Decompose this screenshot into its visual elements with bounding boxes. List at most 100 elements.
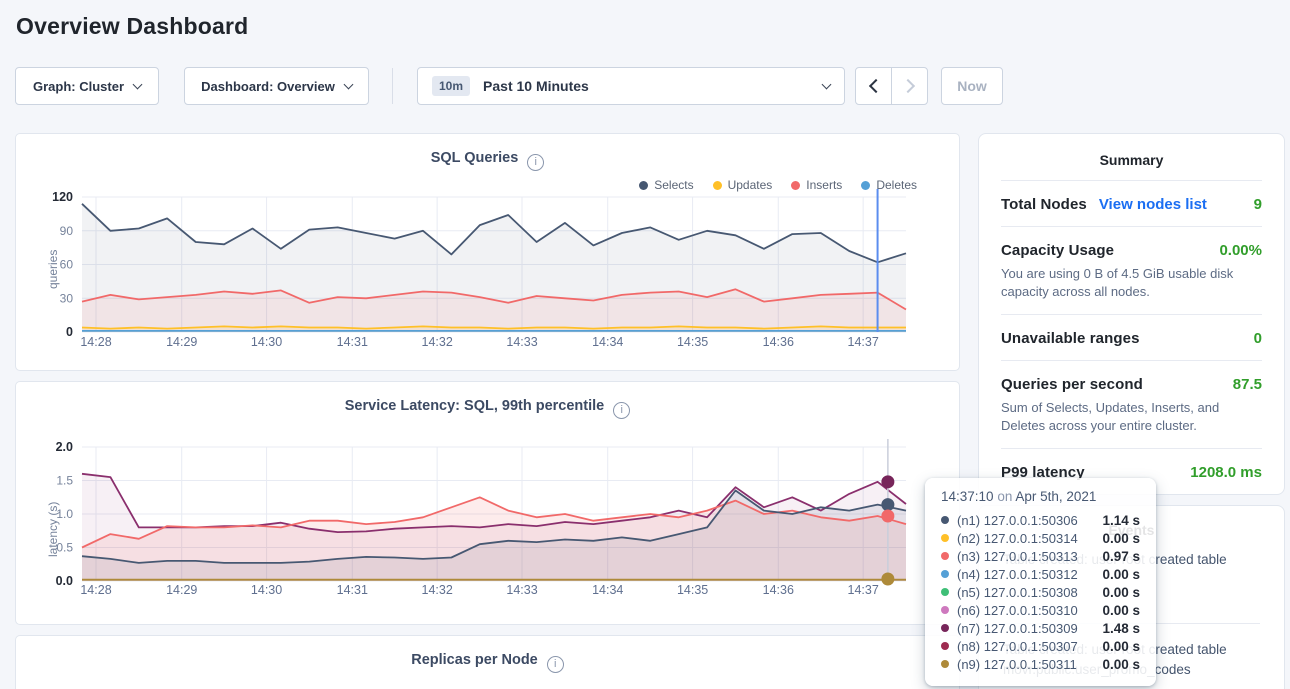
graph-dropdown-label: Graph: Cluster bbox=[33, 79, 124, 94]
sql-queries-panel: SQL Queriesi Selects Updates Inserts Del… bbox=[15, 133, 960, 371]
stat-value: 1208.0 ms bbox=[1190, 464, 1262, 481]
stat-total-nodes: Total Nodes View nodes list 9 bbox=[1001, 180, 1262, 226]
stat-label: Total Nodes bbox=[1001, 196, 1087, 213]
chevron-down-icon bbox=[133, 79, 143, 89]
stat-capacity-usage: Capacity Usage 0.00% You are using 0 B o… bbox=[1001, 226, 1262, 314]
sql-queries-title: SQL Queriesi bbox=[16, 150, 959, 171]
stat-value: 0 bbox=[1254, 330, 1262, 347]
time-range-dropdown[interactable]: 10m Past 10 Minutes bbox=[417, 67, 845, 105]
svg-text:14:31: 14:31 bbox=[337, 583, 368, 597]
chevron-left-icon bbox=[868, 79, 882, 93]
svg-text:0.5: 0.5 bbox=[56, 541, 73, 555]
svg-text:14:35: 14:35 bbox=[677, 335, 708, 349]
svg-text:0: 0 bbox=[66, 325, 73, 339]
info-icon[interactable]: i bbox=[527, 154, 544, 171]
node-dot-icon bbox=[941, 606, 949, 614]
tooltip-row: (n6) 127.0.0.1:503100.00 s bbox=[941, 601, 1140, 619]
svg-text:14:30: 14:30 bbox=[251, 583, 282, 597]
tooltip-row: (n1) 127.0.0.1:503061.14 s bbox=[941, 511, 1140, 529]
svg-text:14:29: 14:29 bbox=[166, 335, 197, 349]
time-range-badge: 10m bbox=[432, 76, 470, 96]
tooltip-row: (n8) 127.0.0.1:503070.00 s bbox=[941, 637, 1140, 655]
summary-card: Summary Total Nodes View nodes list 9 Ca… bbox=[978, 133, 1285, 495]
svg-text:14:32: 14:32 bbox=[422, 583, 453, 597]
time-range-label: Past 10 Minutes bbox=[483, 78, 589, 94]
svg-text:1.5: 1.5 bbox=[56, 474, 73, 488]
stat-description: You are using 0 B of 4.5 GiB usable disk… bbox=[1001, 265, 1262, 301]
chevron-right-icon bbox=[900, 79, 914, 93]
sql-queries-chart[interactable]: 14:28 14:29 14:30 14:31 14:32 14:33 14:34 14:35… bbox=[16, 188, 959, 360]
node-dot-icon bbox=[941, 552, 949, 560]
stat-value: 87.5 bbox=[1233, 376, 1262, 393]
stat-label: Queries per second bbox=[1001, 376, 1143, 393]
svg-text:120: 120 bbox=[52, 190, 73, 204]
svg-text:14:33: 14:33 bbox=[506, 335, 537, 349]
svg-text:14:34: 14:34 bbox=[592, 335, 623, 349]
replicas-per-node-title: Replicas per Nodei bbox=[16, 652, 959, 673]
controls-divider bbox=[392, 68, 393, 104]
svg-text:14:33: 14:33 bbox=[506, 583, 537, 597]
service-latency-panel: Service Latency: SQL, 99th percentilei l… bbox=[15, 381, 960, 625]
stat-value: 0.00% bbox=[1219, 242, 1262, 259]
node-dot-icon bbox=[941, 534, 949, 542]
svg-text:14:37: 14:37 bbox=[848, 335, 879, 349]
tooltip-row: (n9) 127.0.0.1:503110.00 s bbox=[941, 655, 1140, 673]
tooltip-timestamp: 14:37:10 on Apr 5th, 2021 bbox=[941, 489, 1140, 504]
svg-text:14:32: 14:32 bbox=[422, 335, 453, 349]
svg-text:2.0: 2.0 bbox=[56, 440, 73, 454]
svg-text:14:36: 14:36 bbox=[763, 583, 794, 597]
svg-text:14:31: 14:31 bbox=[337, 335, 368, 349]
svg-text:14:37: 14:37 bbox=[848, 583, 879, 597]
stat-unavailable-ranges: Unavailable ranges 0 bbox=[1001, 314, 1262, 360]
svg-text:14:28: 14:28 bbox=[80, 583, 111, 597]
tooltip-row: (n4) 127.0.0.1:503120.00 s bbox=[941, 565, 1140, 583]
view-nodes-list-link[interactable]: View nodes list bbox=[1099, 196, 1207, 213]
dashboard-dropdown-label: Dashboard: Overview bbox=[201, 79, 335, 94]
svg-text:14:35: 14:35 bbox=[677, 583, 708, 597]
node-dot-icon bbox=[941, 516, 949, 524]
svg-text:1.0: 1.0 bbox=[56, 507, 73, 521]
overview-dashboard-page: Overview Dashboard Graph: Cluster Dashbo… bbox=[0, 0, 1290, 689]
stat-queries-per-second: Queries per second 87.5 Sum of Selects, … bbox=[1001, 360, 1262, 448]
svg-text:14:28: 14:28 bbox=[80, 335, 111, 349]
stat-label: Unavailable ranges bbox=[1001, 330, 1140, 347]
now-button[interactable]: Now bbox=[941, 67, 1003, 105]
node-dot-icon bbox=[941, 624, 949, 632]
svg-text:0.0: 0.0 bbox=[56, 574, 73, 588]
info-icon[interactable]: i bbox=[613, 402, 630, 419]
node-dot-icon bbox=[941, 660, 949, 668]
summary-title: Summary bbox=[1001, 152, 1262, 168]
svg-text:14:29: 14:29 bbox=[166, 583, 197, 597]
node-dot-icon bbox=[941, 588, 949, 596]
svg-text:14:34: 14:34 bbox=[592, 583, 623, 597]
next-range-button[interactable] bbox=[891, 67, 928, 105]
replicas-per-node-panel: Replicas per Nodei bbox=[15, 635, 960, 689]
tooltip-row: (n2) 127.0.0.1:503140.00 s bbox=[941, 529, 1140, 547]
stat-description: Sum of Selects, Updates, Inserts, and De… bbox=[1001, 399, 1262, 435]
svg-text:14:36: 14:36 bbox=[763, 335, 794, 349]
prev-range-button[interactable] bbox=[855, 67, 892, 105]
chevron-down-icon bbox=[343, 79, 353, 89]
node-dot-icon bbox=[941, 642, 949, 650]
time-nav-buttons bbox=[855, 67, 929, 105]
tooltip-row: (n7) 127.0.0.1:503091.48 s bbox=[941, 619, 1140, 637]
chart-hover-tooltip: 14:37:10 on Apr 5th, 2021 (n1) 127.0.0.1… bbox=[925, 478, 1156, 686]
stat-label: Capacity Usage bbox=[1001, 242, 1114, 259]
svg-text:14:30: 14:30 bbox=[251, 335, 282, 349]
service-latency-chart[interactable]: 14:28 14:29 14:30 14:31 14:32 14:33 14:34 14:35… bbox=[16, 431, 959, 606]
stat-value: 9 bbox=[1254, 196, 1262, 213]
controls-row: Graph: Cluster Dashboard: Overview 10m P… bbox=[15, 67, 1275, 105]
graph-dropdown[interactable]: Graph: Cluster bbox=[15, 67, 159, 105]
info-icon[interactable]: i bbox=[547, 656, 564, 673]
svg-text:90: 90 bbox=[60, 224, 74, 238]
now-button-label: Now bbox=[957, 78, 987, 94]
chevron-down-icon bbox=[822, 79, 832, 89]
page-title: Overview Dashboard bbox=[16, 13, 248, 40]
node-dot-icon bbox=[941, 570, 949, 578]
tooltip-row: (n3) 127.0.0.1:503130.97 s bbox=[941, 547, 1140, 565]
svg-text:60: 60 bbox=[60, 258, 74, 272]
svg-text:30: 30 bbox=[60, 291, 74, 305]
dashboard-dropdown[interactable]: Dashboard: Overview bbox=[184, 67, 369, 105]
tooltip-row: (n5) 127.0.0.1:503080.00 s bbox=[941, 583, 1140, 601]
service-latency-title: Service Latency: SQL, 99th percentilei bbox=[16, 398, 959, 419]
